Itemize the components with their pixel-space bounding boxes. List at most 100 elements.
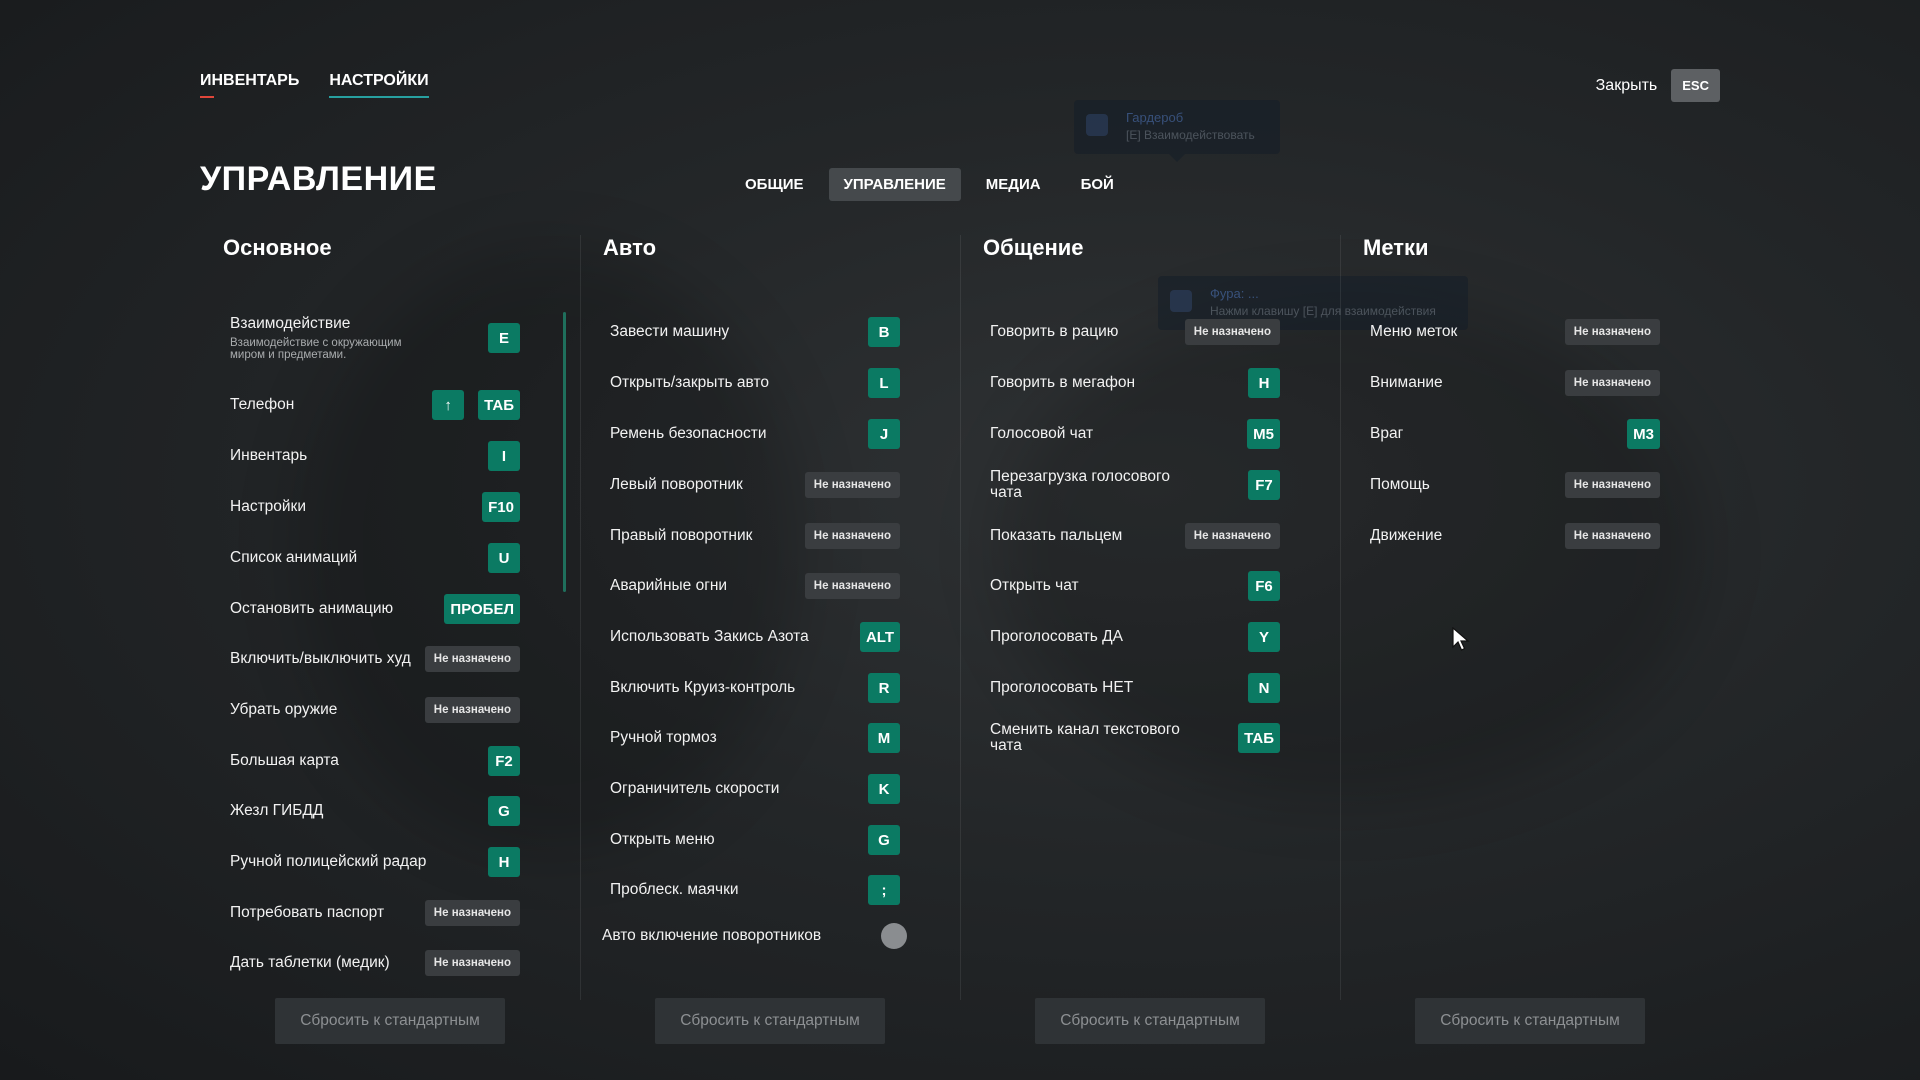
reset-defaults-button[interactable]: Сбросить к стандартным xyxy=(655,998,885,1044)
tab-settings[interactable]: НАСТРОЙКИ xyxy=(329,72,429,98)
subtab-combat[interactable]: БОЙ xyxy=(1066,168,1129,201)
key-badge-unassigned[interactable]: Не назначено xyxy=(1564,472,1660,498)
binding-row-start-engine[interactable]: Завести машину B xyxy=(610,310,900,354)
key-badge[interactable]: I xyxy=(488,441,520,471)
binding-row-point[interactable]: Показать пальцем Не назначено xyxy=(990,514,1280,558)
column-scrollbar[interactable] xyxy=(563,312,566,592)
key-badge[interactable]: F7 xyxy=(1248,470,1280,500)
key-badge[interactable]: H xyxy=(488,847,520,877)
binding-description: Взаимодействие с окружающим миром и пред… xyxy=(230,337,402,361)
binding-row-right-indicator[interactable]: Правый поворотник Не назначено xyxy=(610,514,900,558)
binding-row-megaphone[interactable]: Говорить в мегафон H xyxy=(990,361,1280,405)
key-badge-unassigned[interactable]: Не назначено xyxy=(1564,370,1660,396)
toggle-switch[interactable] xyxy=(881,923,907,949)
key-badge[interactable]: H xyxy=(1248,368,1280,398)
subtab-media[interactable]: МЕДИА xyxy=(971,168,1056,201)
subtab-controls[interactable]: УПРАВЛЕНИЕ xyxy=(828,168,961,201)
binding-row-handbrake[interactable]: Ручной тормоз M xyxy=(610,716,900,760)
key-badge[interactable]: B xyxy=(868,317,900,347)
binding-row-give-pills[interactable]: Дать таблетки (медик) Не назначено xyxy=(230,941,520,985)
binding-row-help[interactable]: Помощь Не назначено xyxy=(1370,463,1660,507)
key-badge[interactable]: J xyxy=(868,419,900,449)
binding-row-interaction[interactable]: Взаимодействие Взаимодействие с окружающ… xyxy=(230,311,520,365)
binding-row-lock-vehicle[interactable]: Открыть/закрыть авто L xyxy=(610,361,900,405)
key-badge-unassigned[interactable]: Не назначено xyxy=(1184,523,1280,549)
binding-label: Меню меток xyxy=(1370,323,1458,340)
key-badge[interactable]: G xyxy=(868,825,900,855)
key-badge[interactable]: ; xyxy=(868,875,900,905)
reset-defaults-button[interactable]: Сбросить к стандартным xyxy=(275,998,505,1044)
key-badge[interactable]: M5 xyxy=(1247,419,1280,449)
binding-row-request-passport[interactable]: Потребовать паспорт Не назначено xyxy=(230,891,520,935)
key-badge-unassigned[interactable]: Не назначено xyxy=(1184,319,1280,345)
binding-row-phone[interactable]: Телефон ↑ ТАБ xyxy=(230,383,520,427)
key-badge[interactable]: L xyxy=(868,368,900,398)
key-badge[interactable]: ПРОБЕЛ xyxy=(444,594,520,624)
key-badge-unassigned[interactable]: Не назначено xyxy=(1564,523,1660,549)
binding-row-stop-animation[interactable]: Остановить анимацию ПРОБЕЛ xyxy=(230,587,520,631)
reset-defaults-button[interactable]: Сбросить к стандартным xyxy=(1415,998,1645,1044)
key-badge[interactable]: M3 xyxy=(1627,419,1660,449)
binding-label: Проголосовать ДА xyxy=(990,628,1124,645)
key-badge[interactable]: ТАБ xyxy=(1238,723,1280,753)
key-badge[interactable]: E xyxy=(488,323,520,353)
binding-row-open-chat[interactable]: Открыть чат F6 xyxy=(990,564,1280,608)
binding-row-inventory[interactable]: Инвентарь I xyxy=(230,434,520,478)
key-badge[interactable]: Y xyxy=(1248,622,1280,652)
key-badge[interactable]: N xyxy=(1248,673,1280,703)
binding-row-left-indicator[interactable]: Левый поворотник Не назначено xyxy=(610,463,900,507)
binding-label: Говорить в мегафон xyxy=(990,374,1136,391)
binding-row-toggle-hud[interactable]: Включить/выключить худ Не назначено xyxy=(230,637,520,681)
binding-label: Ручной тормоз xyxy=(610,729,717,746)
key-badge[interactable]: F10 xyxy=(482,492,520,522)
binding-row-police-radar[interactable]: Ручной полицейский радар H xyxy=(230,840,520,884)
key-badge-unassigned[interactable]: Не назначено xyxy=(1564,319,1660,345)
binding-row-nitro[interactable]: Использовать Закись Азота ALT xyxy=(610,615,900,659)
key-badge[interactable]: ALT xyxy=(859,622,900,652)
key-badge[interactable]: F2 xyxy=(488,746,520,776)
binding-row-attention[interactable]: Внимание Не назначено xyxy=(1370,361,1660,405)
auto-indicators-toggle-row[interactable]: Авто включение поворотников xyxy=(602,923,907,949)
binding-row-movement[interactable]: Движение Не назначено xyxy=(1370,514,1660,558)
binding-row-cruise-control[interactable]: Включить Круиз-контроль R xyxy=(610,666,900,710)
tab-inventory[interactable]: ИНВЕНТАРЬ xyxy=(200,72,299,98)
binding-row-holster-weapon[interactable]: Убрать оружие Не назначено xyxy=(230,688,520,732)
subtab-general[interactable]: ОБЩИЕ xyxy=(730,168,819,201)
key-badge-unassigned[interactable]: Не назначено xyxy=(424,900,520,926)
key-badge[interactable]: G xyxy=(488,796,520,826)
close-button[interactable]: Закрыть ESC xyxy=(1596,69,1720,102)
binding-row-seatbelt[interactable]: Ремень безопасности J xyxy=(610,412,900,456)
binding-row-beacons[interactable]: Проблеск. маячки ; xyxy=(610,868,900,912)
binding-row-vote-no[interactable]: Проголосовать НЕТ N xyxy=(990,666,1280,710)
key-badge[interactable]: M xyxy=(868,723,900,753)
key-badge-unassigned[interactable]: Не назначено xyxy=(424,697,520,723)
key-badge[interactable]: R xyxy=(868,673,900,703)
binding-row-big-map[interactable]: Большая карта F2 xyxy=(230,739,520,783)
binding-row-reload-voice[interactable]: Перезагрузка голосового чата F7 xyxy=(990,463,1280,507)
binding-row-animations[interactable]: Список анимаций U xyxy=(230,536,520,580)
close-label: Закрыть xyxy=(1595,76,1658,94)
binding-row-radio[interactable]: Говорить в рацию Не назначено xyxy=(990,310,1280,354)
key-badge-unassigned[interactable]: Не назначено xyxy=(804,573,900,599)
binding-row-hazard-lights[interactable]: Аварийные огни Не назначено xyxy=(610,564,900,608)
key-badge[interactable]: F6 xyxy=(1248,571,1280,601)
key-badge-unassigned[interactable]: Не назначено xyxy=(804,472,900,498)
reset-defaults-button[interactable]: Сбросить к стандартным xyxy=(1035,998,1265,1044)
key-badge[interactable]: U xyxy=(488,543,520,573)
key-badge[interactable]: ↑ xyxy=(432,390,465,420)
key-badge[interactable]: K xyxy=(868,774,900,804)
binding-row-voice-chat[interactable]: Голосовой чат M5 xyxy=(990,412,1280,456)
binding-row-traffic-baton[interactable]: Жезл ГИБДД G xyxy=(230,789,520,833)
key-badge-unassigned[interactable]: Не назначено xyxy=(424,646,520,672)
binding-row-enemy[interactable]: Враг M3 xyxy=(1370,412,1660,456)
binding-row-speed-limiter[interactable]: Ограничитель скорости K xyxy=(610,767,900,811)
column-title: Авто xyxy=(603,235,657,260)
key-badge-unassigned[interactable]: Не назначено xyxy=(804,523,900,549)
binding-row-chat-channel[interactable]: Сменить канал текстового чата ТАБ xyxy=(990,716,1280,760)
key-badge-unassigned[interactable]: Не назначено xyxy=(424,950,520,976)
key-badge[interactable]: ТАБ xyxy=(478,390,520,420)
binding-row-vote-yes[interactable]: Проголосовать ДА Y xyxy=(990,615,1280,659)
binding-row-marker-menu[interactable]: Меню меток Не назначено xyxy=(1370,310,1660,354)
binding-row-settings[interactable]: Настройки F10 xyxy=(230,485,520,529)
binding-row-open-menu[interactable]: Открыть меню G xyxy=(610,818,900,862)
